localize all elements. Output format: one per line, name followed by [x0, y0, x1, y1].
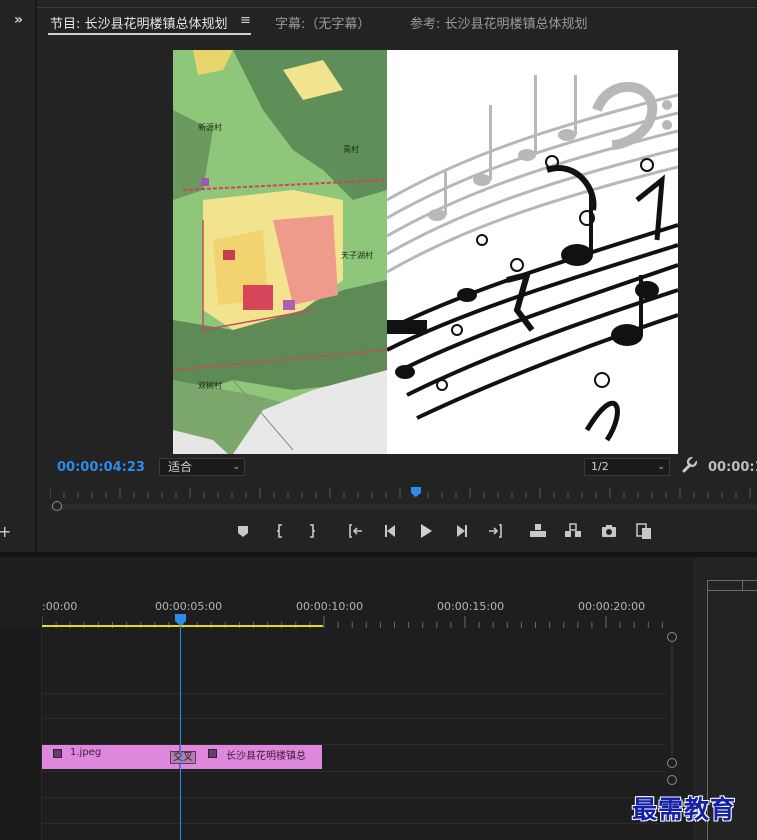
timeline-playhead-line — [180, 626, 181, 840]
go-to-out-icon[interactable] — [485, 521, 505, 541]
add-marker-icon[interactable] — [233, 521, 253, 541]
monitor-zoom-handle[interactable] — [52, 501, 62, 511]
program-video-frame[interactable]: 新源村 青村 天子湖村 双树村 — [173, 50, 678, 454]
track-separator — [42, 693, 666, 694]
clip-name: 1.jpeg — [70, 747, 102, 758]
track-separator — [42, 797, 666, 798]
export-frame-icon[interactable] — [599, 521, 619, 541]
timeline-clip[interactable]: 长沙县花明楼镇总 — [181, 745, 322, 769]
watermark-logo: 最需教育 — [632, 795, 737, 824]
collapse-panels-chevron-icon[interactable]: » — [14, 12, 23, 28]
zoom-fit-value: 适合 — [168, 460, 193, 474]
chevron-down-icon: ⌄ — [657, 462, 665, 472]
step-back-icon[interactable] — [381, 521, 401, 541]
track-separator — [42, 823, 666, 824]
play-icon[interactable] — [416, 521, 436, 541]
active-tab-underline — [48, 33, 251, 35]
panel-top-divider — [37, 7, 757, 8]
planning-map-image: 新源村 青村 天子湖村 双树村 — [173, 50, 387, 454]
current-timecode[interactable]: 00:00:04:23 — [57, 460, 145, 475]
scroll-handle-top[interactable] — [667, 632, 677, 642]
tab-captions[interactable]: 字幕:（无字幕） — [275, 13, 370, 32]
music-notes-image — [387, 50, 678, 454]
cross-dissolve-transition[interactable]: 交叉 — [170, 751, 196, 764]
tab-reference[interactable]: 参考: 长沙县花明楼镇总体规划 — [410, 13, 588, 32]
vertical-scrollbar[interactable] — [671, 642, 673, 757]
chevron-down-icon: ⌄ — [232, 462, 240, 472]
mark-in-icon[interactable] — [270, 521, 290, 541]
monitor-playhead-icon[interactable] — [410, 486, 422, 498]
extract-icon[interactable] — [563, 521, 583, 541]
map-label: 青村 — [343, 144, 359, 154]
fx-badge-icon — [208, 749, 217, 758]
map-label: 天子湖村 — [341, 250, 373, 260]
zoom-fit-dropdown[interactable]: 适合 ⌄ — [159, 458, 245, 476]
step-forward-icon[interactable] — [451, 521, 471, 541]
go-to-in-icon[interactable] — [346, 521, 366, 541]
map-label: 双树村 — [198, 380, 222, 390]
track-headers — [0, 630, 42, 840]
clip-name: 长沙县花明楼镇总 — [226, 751, 306, 762]
audio-meter-divider — [742, 580, 743, 590]
add-icon[interactable]: + — [0, 522, 11, 541]
mark-out-icon[interactable] — [302, 521, 322, 541]
playback-resolution-dropdown[interactable]: 1/2 ⌄ — [584, 458, 670, 476]
compare-view-icon[interactable] — [634, 521, 654, 541]
audio-meter-header-line — [707, 590, 757, 591]
timeline-clip[interactable]: 1.jpeg — [42, 745, 180, 769]
lift-icon[interactable] — [528, 521, 548, 541]
monitor-time-ruler[interactable] — [50, 486, 757, 500]
settings-wrench-icon[interactable] — [680, 456, 698, 474]
track-separator — [42, 718, 666, 719]
panel-menu-icon[interactable]: ≡ — [240, 13, 251, 28]
map-label: 新源村 — [198, 122, 222, 132]
tab-program[interactable]: 节目: 长沙县花明楼镇总体规划 — [50, 13, 228, 32]
monitor-zoom-scrollbar[interactable] — [50, 504, 757, 510]
track-separator — [42, 771, 666, 772]
duration-timecode: 00:00:1 — [708, 460, 757, 475]
fx-badge-icon — [53, 749, 62, 758]
scroll-handle-top[interactable] — [667, 775, 677, 785]
left-panel-strip — [0, 0, 36, 552]
timeline-ruler[interactable] — [42, 612, 667, 630]
resolution-value: 1/2 — [591, 460, 609, 473]
timeline-playhead-icon[interactable] — [175, 614, 186, 626]
scroll-handle-bottom[interactable] — [667, 758, 677, 768]
